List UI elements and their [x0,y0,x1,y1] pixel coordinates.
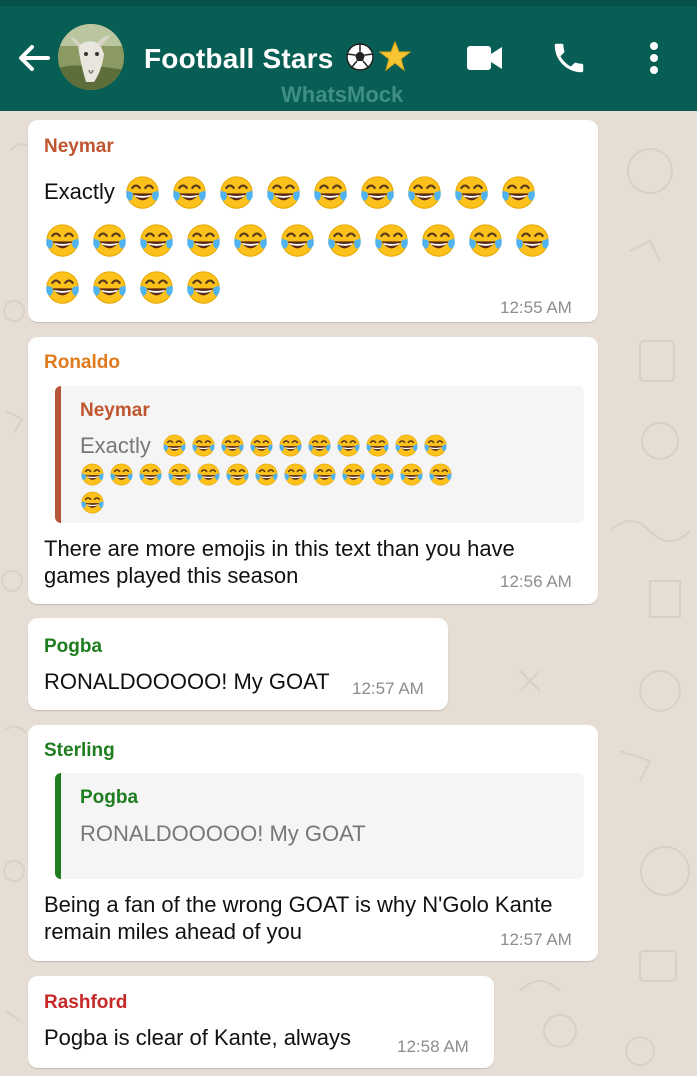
tears-of-joy-emoji-icon [46,224,79,257]
tears-of-joy-emoji-icon [279,434,302,457]
back-arrow-icon[interactable] [14,38,54,78]
tears-of-joy-emoji-icon [255,463,278,486]
tears-of-joy-emoji-icon [250,434,273,457]
tears-of-joy-emoji-icon [46,271,79,304]
tears-of-joy-emoji-icon [342,463,365,486]
tears-of-joy-emoji-icon [400,463,423,486]
tears-of-joy-emoji-icon [469,224,502,257]
emoji-row [80,490,105,515]
message-bubble-pogba[interactable]: Pogba RONALDOOOOO! My GOAT 12:57 AM [28,618,448,710]
tears-of-joy-emoji-icon [220,176,253,209]
message-time: 12:58 AM [397,1037,469,1056]
sender-name: Pogba [44,636,103,657]
chat-header: Football Stars WhatsMock [0,0,697,111]
tears-of-joy-emoji-icon [81,491,104,514]
tears-of-joy-emoji-icon [424,434,447,457]
tears-of-joy-emoji-icon [366,434,389,457]
tears-of-joy-emoji-icon [502,176,535,209]
tears-of-joy-emoji-icon [455,176,488,209]
sender-name: Ronaldo [44,352,120,373]
message-text-line2: games played this season [44,563,299,588]
quote-bar [55,386,61,523]
quoted-sender: Pogba [80,787,139,808]
sender-name: Neymar [44,136,114,157]
group-name: Football Stars [144,43,334,74]
tears-of-joy-emoji-icon [192,434,215,457]
quoted-message[interactable]: Pogba RONALDOOOOO! My GOAT [55,773,584,879]
sender-name: Sterling [44,740,115,761]
more-vert-icon[interactable] [644,40,664,76]
tears-of-joy-emoji-icon [422,224,455,257]
tears-of-joy-emoji-icon [187,271,220,304]
quoted-message[interactable]: Neymar Exactly [55,386,584,523]
message-bubble-neymar[interactable]: Neymar Exactly 12:55 AM [28,120,598,322]
tears-of-joy-emoji-icon [314,176,347,209]
message-bubble-rashford[interactable]: Rashford Pogba is clear of Kante, always… [28,976,494,1068]
goat-avatar-image [58,24,124,90]
star-icon [379,40,412,72]
message-bubble-ronaldo[interactable]: Ronaldo Neymar Exactly There are more em… [28,337,598,604]
tears-of-joy-emoji-icon [267,176,300,209]
tears-of-joy-emoji-icon [187,224,220,257]
message-text: Pogba is clear of Kante, always [44,1025,351,1050]
tears-of-joy-emoji-icon [375,224,408,257]
sender-name: Rashford [44,992,128,1013]
tears-of-joy-emoji-icon [140,271,173,304]
tears-of-joy-emoji-icon [281,224,314,257]
tears-of-joy-emoji-icon [395,434,418,457]
message-text-line1: Being a fan of the wrong GOAT is why N'G… [44,892,553,917]
tears-of-joy-emoji-icon [313,463,336,486]
tears-of-joy-emoji-icon [516,224,549,257]
tears-of-joy-emoji-icon [284,463,307,486]
emoji-row [44,269,222,306]
message-time: 12:57 AM [500,930,572,949]
message-text: Exactly [44,179,115,204]
tears-of-joy-emoji-icon [126,176,159,209]
quoted-text: RONALDOOOOO! My GOAT [80,821,366,846]
video-call-icon[interactable] [466,44,504,72]
watermark: WhatsMock [281,82,404,107]
soccer-ball-icon [346,43,375,71]
tears-of-joy-emoji-icon [168,463,191,486]
emoji-row [44,222,551,259]
tears-of-joy-emoji-icon [226,463,249,486]
emoji-row [124,174,537,211]
quoted-sender: Neymar [80,400,150,421]
tears-of-joy-emoji-icon [328,224,361,257]
message-text-line1: There are more emojis in this text than … [44,536,515,561]
tears-of-joy-emoji-icon [337,434,360,457]
tears-of-joy-emoji-icon [408,176,441,209]
chat-area[interactable]: Neymar Exactly 12:55 AM Ronaldo Neymar E… [0,111,697,1076]
tears-of-joy-emoji-icon [81,463,104,486]
group-avatar[interactable] [58,24,124,90]
tears-of-joy-emoji-icon [197,463,220,486]
tears-of-joy-emoji-icon [361,176,394,209]
chat-title[interactable]: Football Stars [144,40,412,75]
phone-icon[interactable] [550,39,588,77]
quoted-text: Exactly [80,433,151,458]
tears-of-joy-emoji-icon [371,463,394,486]
emoji-row [162,433,448,458]
tears-of-joy-emoji-icon [140,224,173,257]
quote-bar [55,773,61,879]
emoji-row [80,462,453,487]
tears-of-joy-emoji-icon [163,434,186,457]
message-text: RONALDOOOOO! My GOAT [44,669,330,694]
tears-of-joy-emoji-icon [93,224,126,257]
tears-of-joy-emoji-icon [234,224,267,257]
tears-of-joy-emoji-icon [308,434,331,457]
tears-of-joy-emoji-icon [173,176,206,209]
tears-of-joy-emoji-icon [221,434,244,457]
message-time: 12:56 AM [500,572,572,591]
message-bubble-sterling[interactable]: Sterling Pogba RONALDOOOOO! My GOAT Bein… [28,725,598,961]
message-time: 12:57 AM [352,679,424,698]
message-time: 12:55 AM [500,298,572,317]
tears-of-joy-emoji-icon [139,463,162,486]
tears-of-joy-emoji-icon [110,463,133,486]
status-strip [0,0,697,6]
message-text-line2: remain miles ahead of you [44,919,303,944]
tears-of-joy-emoji-icon [429,463,452,486]
tears-of-joy-emoji-icon [93,271,126,304]
